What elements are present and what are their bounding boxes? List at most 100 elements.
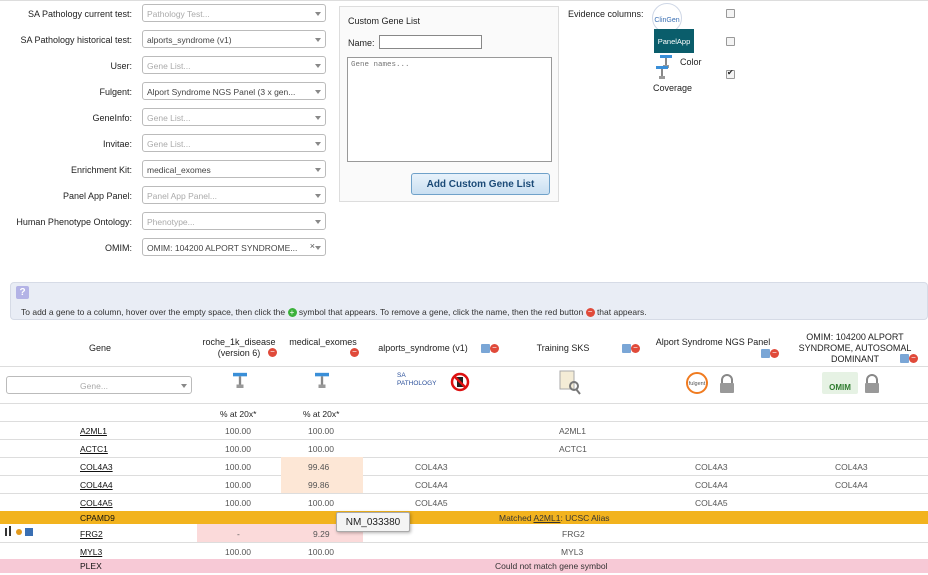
remove-fulgent-icon[interactable]: − [770, 349, 779, 358]
gene-name[interactable]: COL4A4 [80, 480, 113, 490]
chevron-down-icon [315, 246, 321, 250]
medical-exomes-coverage-icon [315, 372, 329, 388]
chevron-down-icon [315, 142, 321, 146]
coverage-checkbox[interactable] [726, 68, 735, 79]
no-entry-icon [450, 372, 470, 392]
field-select[interactable]: OMIM: 104200 ALPORT SYNDROME... × [142, 238, 326, 256]
copy-alports-icon[interactable] [481, 344, 490, 353]
gene-name[interactable]: ACTC1 [80, 444, 108, 454]
copy-fulgent-icon[interactable] [761, 349, 770, 358]
gene-name[interactable]: A2ML1 [80, 426, 107, 436]
medical-coverage: 100.00 [308, 498, 334, 508]
field-select[interactable]: Phenotype... [142, 212, 326, 230]
field-label: Fulgent: [99, 87, 132, 97]
roche-coverage: 100.00 [225, 462, 251, 472]
field-select[interactable]: Gene List... [142, 134, 326, 152]
gene-name[interactable]: COL4A5 [80, 498, 113, 508]
coverage-label: Coverage [653, 83, 693, 93]
col-header-medical-exomes: medical_exomes [289, 337, 357, 347]
medical-coverage: 100.00 [308, 426, 334, 436]
gene-name[interactable]: COL4A3 [80, 462, 113, 472]
field-select[interactable]: Panel App Panel... [142, 186, 326, 204]
medical-coverage: 99.86 [308, 480, 330, 490]
table-row: A2ML1 100.00 100.00 A2ML1 [0, 421, 928, 439]
add-custom-gene-list-button[interactable]: Add Custom Gene List [411, 173, 550, 195]
roche-coverage-icon [233, 372, 247, 388]
help-message: To add a gene to a column, hover over th… [21, 307, 647, 318]
alias-link[interactable]: A2ML1 [534, 513, 561, 523]
fulgent-gene: COL4A4 [695, 480, 728, 490]
fulgent-gene: COL4A5 [695, 498, 728, 508]
remove-omim-icon[interactable]: − [909, 354, 918, 363]
roche-coverage: 100.00 [225, 480, 251, 490]
gene-names-textarea[interactable] [347, 57, 552, 162]
col-header-gene: Gene [88, 343, 112, 353]
field-select-value: medical_exomes [147, 165, 211, 175]
roche-coverage-label: % at 20x* [220, 409, 257, 419]
field-select-value: Gene List... [147, 139, 191, 149]
custom-gene-list-title: Custom Gene List [348, 16, 421, 26]
color-label: Color [680, 57, 702, 67]
field-select-value: Alport Syndrome NGS Panel (3 x gen... [147, 87, 296, 97]
copy-omim-icon[interactable] [900, 354, 909, 363]
field-label: Panel App Panel: [62, 191, 132, 201]
chevron-down-icon [315, 194, 321, 198]
field-select-value: OMIM: 104200 ALPORT SYNDROME... [147, 243, 298, 253]
col-header-fulgent: Alport Syndrome NGS Panel [655, 337, 771, 347]
field-select[interactable]: Alport Syndrome NGS Panel (3 x gen... [142, 82, 326, 100]
chevron-down-icon [315, 38, 321, 42]
medical-coverage-label: % at 20x* [303, 409, 340, 419]
fulgent-logo: fulgent [686, 372, 708, 394]
fulgent-gene: COL4A3 [695, 462, 728, 472]
alports-gene: COL4A5 [415, 498, 448, 508]
training-document-icon [559, 370, 581, 395]
panelapp-checkbox[interactable] [726, 37, 735, 46]
omim-gene: COL4A3 [835, 462, 868, 472]
omim-logo: OMIM [822, 372, 858, 394]
medical-coverage: 100.00 [308, 444, 334, 454]
omim-gene: COL4A4 [835, 480, 868, 490]
field-select-value: Gene List... [147, 61, 191, 71]
transcript-tooltip: NM_033380 [336, 512, 410, 532]
chevron-down-icon [315, 64, 321, 68]
name-label: Name: [348, 38, 375, 48]
chevron-down-icon [315, 12, 321, 16]
gene-name[interactable]: FRG2 [80, 529, 103, 539]
panelapp-logo: PanelApp [654, 29, 694, 53]
training-gene: FRG2 [562, 529, 585, 539]
remove-alports-icon[interactable]: − [490, 344, 499, 353]
omim-lock-icon [865, 374, 879, 393]
field-select[interactable]: alports_syndrome (v1) [142, 30, 326, 48]
table-row-myl3: MYL3 100.00 100.00 MYL3 [0, 542, 928, 560]
chevron-down-icon [315, 116, 321, 120]
remove-training-icon[interactable]: − [631, 344, 640, 353]
medical-coverage: 9.29 [313, 529, 330, 539]
table-row: COL4A5 100.00 100.00 COL4A5 COL4A5 [0, 493, 928, 511]
clingen-checkbox[interactable] [726, 9, 735, 18]
alports-gene: COL4A4 [415, 480, 448, 490]
field-label: User: [110, 61, 132, 71]
gene-name[interactable]: MYL3 [80, 547, 102, 557]
table-row: ACTC1 100.00 100.00 ACTC1 [0, 439, 928, 457]
no-match-message: Could not match gene symbol [495, 561, 608, 571]
col-header-training-sks: Training SKS [536, 343, 590, 353]
sa-pathology-logo: SA PATHOLOGY [397, 372, 437, 387]
field-select[interactable]: Gene List... [142, 56, 326, 74]
evidence-columns-label: Evidence columns: [568, 9, 644, 19]
field-select[interactable]: Pathology Test... [142, 4, 326, 22]
custom-list-name-input[interactable] [379, 35, 482, 49]
training-gene: ACTC1 [559, 444, 587, 454]
remove-medical-exomes-icon[interactable]: − [350, 348, 359, 357]
field-select-value: Panel App Panel... [147, 191, 217, 201]
gene-select[interactable]: Gene... [6, 376, 192, 394]
field-select[interactable]: Gene List... [142, 108, 326, 126]
copy-training-icon[interactable] [622, 344, 631, 353]
table-row: COL4A3 100.00 99.46 COL4A3 COL4A3 COL4A3 [0, 457, 928, 475]
fulgent-lock-icon [720, 374, 734, 393]
gene-name: CPAMD9 [80, 513, 115, 523]
field-select-value: alports_syndrome (v1) [147, 35, 232, 45]
table-row: COL4A4 100.00 99.86 COL4A4 COL4A4 COL4A4 [0, 475, 928, 493]
field-select[interactable]: medical_exomes [142, 160, 326, 178]
chevron-down-icon [315, 220, 321, 224]
remove-roche-icon[interactable]: − [268, 348, 277, 357]
